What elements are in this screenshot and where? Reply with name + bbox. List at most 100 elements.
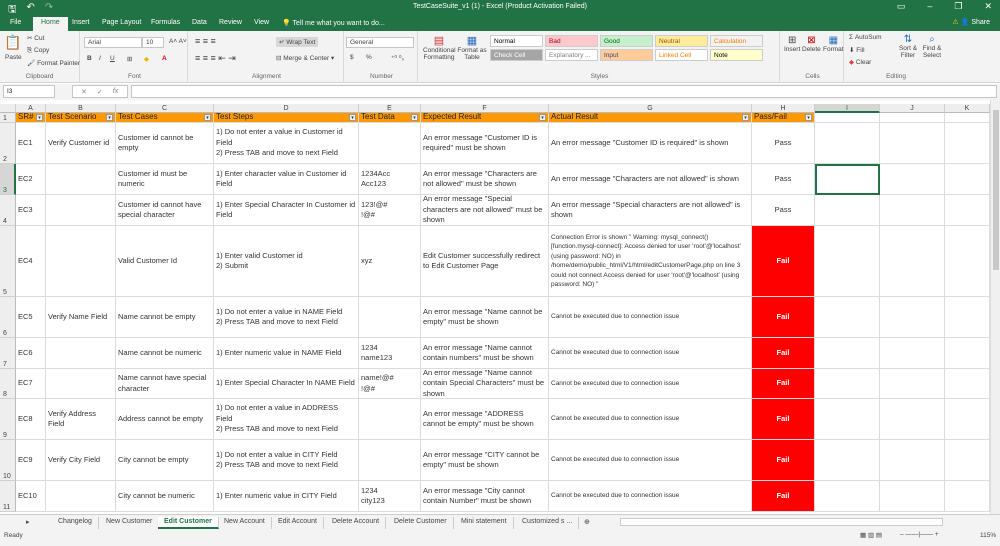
empty-cell[interactable] bbox=[945, 195, 990, 226]
empty-cell[interactable] bbox=[945, 226, 990, 297]
clear-button[interactable]: ◆ Clear bbox=[849, 58, 871, 66]
share-button[interactable]: ⚠ 👤 Share bbox=[952, 18, 990, 26]
scenario-cell[interactable] bbox=[46, 164, 116, 195]
decimal-icons[interactable]: ⁺⁰ ⁰₀ bbox=[391, 54, 404, 62]
column-header-I[interactable]: I bbox=[815, 104, 880, 113]
row-header[interactable]: 10 bbox=[0, 440, 16, 481]
cancel-icon[interactable]: ✕ bbox=[81, 88, 87, 96]
sr-cell[interactable]: EC8 bbox=[16, 399, 46, 440]
empty-cell[interactable] bbox=[945, 338, 990, 369]
header-cell[interactable]: Actual Result ▾ bbox=[549, 113, 752, 123]
select-all-corner[interactable] bbox=[0, 104, 16, 113]
header-cell[interactable]: Test Steps ▾ bbox=[214, 113, 359, 123]
pass-fail-cell[interactable]: Fail bbox=[752, 226, 815, 297]
filter-dropdown-icon[interactable]: ▾ bbox=[742, 114, 749, 121]
test-data-cell[interactable] bbox=[359, 440, 421, 481]
row-header[interactable]: 7 bbox=[0, 338, 16, 369]
filter-dropdown-icon[interactable]: ▾ bbox=[36, 114, 43, 121]
expected-result-cell[interactable]: An error message "City cannot contain Nu… bbox=[421, 481, 549, 512]
tab-review[interactable]: Review bbox=[219, 19, 242, 26]
header-cell[interactable]: SR# ▾ bbox=[16, 113, 46, 123]
expected-result-cell[interactable]: An error message "Characters are not all… bbox=[421, 164, 549, 195]
test-case-cell[interactable]: Customer id cannot be empty bbox=[116, 123, 214, 164]
test-case-cell[interactable]: Name cannot be numeric bbox=[116, 338, 214, 369]
sr-cell[interactable]: EC2 bbox=[16, 164, 46, 195]
cell-style-check-cell[interactable]: Check Cell bbox=[490, 49, 543, 61]
expected-result-cell[interactable]: An error message "CITY cannot be empty" … bbox=[421, 440, 549, 481]
filter-dropdown-icon[interactable]: ▾ bbox=[805, 114, 812, 121]
empty-cell[interactable] bbox=[945, 297, 990, 338]
test-steps-cell[interactable]: 1) Enter numeric value in NAME Field bbox=[214, 338, 359, 369]
test-data-cell[interactable]: 1234 city123 bbox=[359, 481, 421, 512]
pass-fail-cell[interactable]: Fail bbox=[752, 481, 815, 512]
empty-cell[interactable] bbox=[815, 113, 880, 123]
test-case-cell[interactable]: City cannot be empty bbox=[116, 440, 214, 481]
test-data-cell[interactable]: 123!@# !@# bbox=[359, 195, 421, 226]
empty-cell[interactable] bbox=[815, 226, 880, 297]
sheet-tab[interactable]: Edit Customer bbox=[158, 517, 219, 529]
pass-fail-cell[interactable]: Pass bbox=[752, 195, 815, 226]
empty-cell[interactable] bbox=[880, 195, 945, 226]
sheet-tab[interactable]: Delete Account bbox=[326, 517, 387, 529]
row-header[interactable]: 8 bbox=[0, 369, 16, 399]
test-case-cell[interactable]: Name cannot have special character bbox=[116, 369, 214, 399]
test-data-cell[interactable]: 1234Acc Acc123 bbox=[359, 164, 421, 195]
number-format-select[interactable]: General bbox=[346, 37, 414, 48]
test-data-cell[interactable] bbox=[359, 123, 421, 164]
actual-result-cell[interactable]: An error message "Characters are not all… bbox=[549, 164, 752, 195]
scenario-cell[interactable] bbox=[46, 369, 116, 399]
empty-cell[interactable] bbox=[945, 369, 990, 399]
test-data-cell[interactable]: name!@# !@# bbox=[359, 369, 421, 399]
italic-button[interactable]: I bbox=[99, 55, 101, 62]
formula-input[interactable] bbox=[131, 85, 997, 98]
insert-cells-button[interactable]: ⊞ Insert bbox=[784, 35, 800, 53]
filter-dropdown-icon[interactable]: ▾ bbox=[106, 114, 113, 121]
scenario-cell[interactable] bbox=[46, 226, 116, 297]
actual-result-cell[interactable]: An error message "Special characters are… bbox=[549, 195, 752, 226]
empty-cell[interactable] bbox=[880, 297, 945, 338]
sr-cell[interactable]: EC9 bbox=[16, 440, 46, 481]
merge-center-button[interactable]: ⊟ Merge & Center ▾ bbox=[276, 54, 334, 62]
expected-result-cell[interactable]: An error message "Special characters are… bbox=[421, 195, 549, 226]
sheet-tab[interactable]: Changelog bbox=[52, 517, 99, 529]
sr-cell[interactable]: EC6 bbox=[16, 338, 46, 369]
fill-color-icon[interactable]: ◆ bbox=[144, 55, 149, 63]
sr-cell[interactable]: EC7 bbox=[16, 369, 46, 399]
column-header-F[interactable]: F bbox=[421, 104, 549, 113]
empty-cell[interactable] bbox=[880, 123, 945, 164]
sr-cell[interactable]: EC10 bbox=[16, 481, 46, 512]
scenario-cell[interactable]: Verify Address Field bbox=[46, 399, 116, 440]
expected-result-cell[interactable]: Edit Customer successfully redirect to E… bbox=[421, 226, 549, 297]
filter-dropdown-icon[interactable]: ▾ bbox=[204, 114, 211, 121]
pass-fail-cell[interactable]: Fail bbox=[752, 399, 815, 440]
actual-result-cell[interactable]: Cannot be executed due to connection iss… bbox=[549, 338, 752, 369]
tab-data[interactable]: Data bbox=[192, 19, 207, 26]
empty-cell[interactable] bbox=[815, 297, 880, 338]
test-case-cell[interactable]: Valid Customer Id bbox=[116, 226, 214, 297]
actual-result-cell[interactable]: Connection Error is shown " Warning: mys… bbox=[549, 226, 752, 297]
empty-cell[interactable] bbox=[880, 164, 945, 195]
actual-result-cell[interactable]: Cannot be executed due to connection iss… bbox=[549, 481, 752, 512]
column-header-K[interactable]: K bbox=[945, 104, 990, 113]
empty-cell[interactable] bbox=[815, 440, 880, 481]
test-steps-cell[interactable]: 1) Enter numeric value in CITY Field bbox=[214, 481, 359, 512]
empty-cell[interactable] bbox=[815, 481, 880, 512]
header-cell[interactable]: Expected Result ▾ bbox=[421, 113, 549, 123]
empty-cell[interactable] bbox=[815, 195, 880, 226]
column-header-B[interactable]: B bbox=[46, 104, 116, 113]
tab-insert[interactable]: Insert bbox=[72, 19, 90, 26]
test-steps-cell[interactable]: 1) Do not enter a value in ADDRESS Field… bbox=[214, 399, 359, 440]
empty-cell[interactable] bbox=[880, 226, 945, 297]
cell-style-calculation[interactable]: Calculation bbox=[710, 35, 763, 47]
expected-result-cell[interactable]: An error message "Name cannot contain nu… bbox=[421, 338, 549, 369]
tab-file[interactable]: File bbox=[10, 19, 21, 26]
scenario-cell[interactable] bbox=[46, 195, 116, 226]
column-header-G[interactable]: G bbox=[549, 104, 752, 113]
empty-cell[interactable] bbox=[880, 113, 945, 123]
cell-style-good[interactable]: Good bbox=[600, 35, 653, 47]
enter-icon[interactable]: ✓ bbox=[97, 88, 103, 96]
test-case-cell[interactable]: Name cannot be empty bbox=[116, 297, 214, 338]
zoom-slider[interactable]: – ——|—— + bbox=[900, 531, 939, 538]
tab-view[interactable]: View bbox=[254, 19, 269, 26]
cell-style-note[interactable]: Note bbox=[710, 49, 763, 61]
